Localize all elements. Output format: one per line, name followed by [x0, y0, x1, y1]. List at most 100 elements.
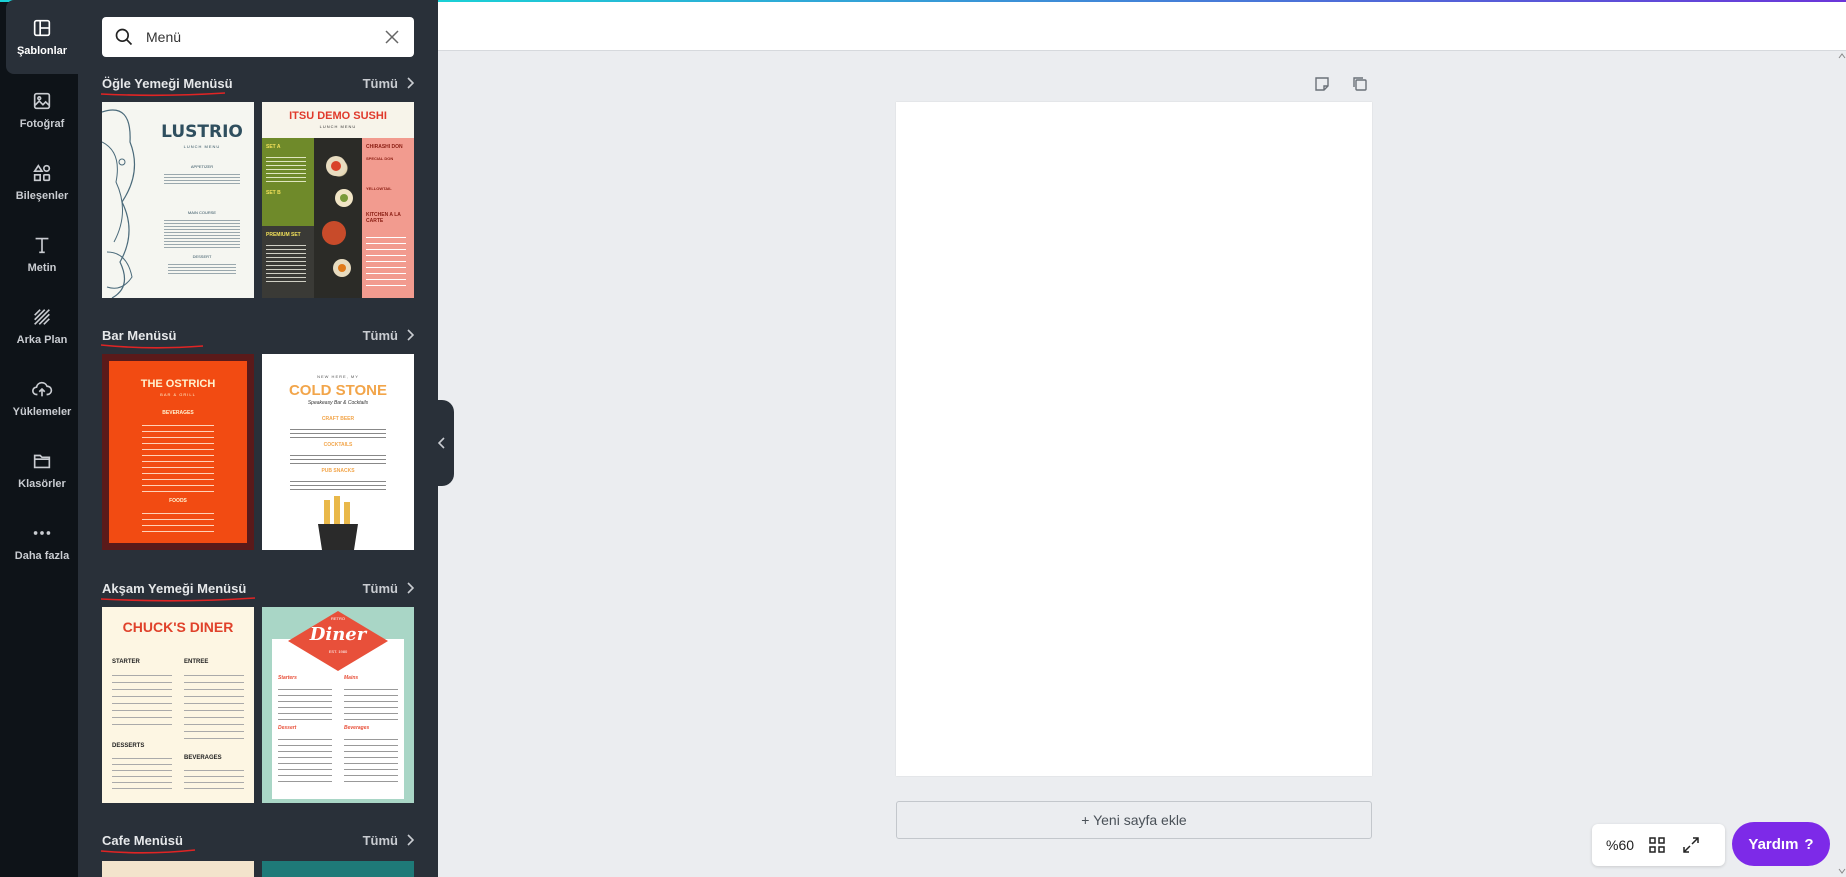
text-lines: [344, 734, 398, 786]
see-all-label: Tümü: [362, 832, 398, 848]
see-all-link[interactable]: Tümü: [363, 581, 414, 596]
thumb-heading: DESSERT: [192, 254, 212, 259]
section-title-text: Öğle Yemeği Menüsü: [102, 75, 233, 91]
menu-item: SET A: [266, 144, 281, 150]
section-title: Öğle Yemeği Menüsü: [100, 75, 233, 96]
text-lines: [168, 262, 236, 274]
thumb-subtitle: LUNCH MENU: [319, 124, 357, 129]
thumb-subtitle: LUNCH MENU: [183, 144, 221, 149]
thumb-title: THE OSTRICH: [140, 378, 216, 390]
thumb-pretitle: RETRO: [331, 616, 345, 621]
thumb-title: CHUCK'S DINER: [122, 619, 234, 635]
search-box[interactable]: [102, 17, 414, 57]
rail-item-background[interactable]: Arka Plan: [6, 290, 78, 362]
scrollbar-arrows[interactable]: [1838, 50, 1846, 877]
rail-label: Yüklemeler: [12, 406, 72, 418]
add-page-button[interactable]: + Yeni sayfa ekle: [896, 801, 1372, 839]
text-lines: [112, 669, 172, 725]
red-underline-annotation: [100, 91, 226, 96]
text-lines: [164, 218, 240, 248]
thumb-title: Diner: [309, 624, 367, 645]
section-header-dinner: Akşam Yemeği Menüsü Tümü: [100, 578, 414, 602]
template-thumb-ostrich[interactable]: THE OSTRICH BAR & GRILL BEVERAGES FOODS: [102, 354, 254, 550]
rail-item-folders[interactable]: Klasörler: [6, 434, 78, 506]
elements-icon: [33, 164, 51, 182]
chevron-right-icon: [407, 77, 414, 89]
thumb-heading: BEVERAGES: [184, 755, 222, 761]
clear-search-icon[interactable]: [384, 29, 400, 45]
zoom-level[interactable]: %60: [1606, 837, 1634, 853]
design-page[interactable]: [896, 102, 1372, 776]
section-title: Bar Menüsü: [100, 327, 204, 349]
zoom-controls: %60: [1592, 824, 1725, 866]
red-underline-annotation: [100, 596, 256, 602]
fullscreen-icon[interactable]: [1682, 836, 1700, 854]
template-thumb-chucks-diner[interactable]: CHUCK'S DINER STARTER ENTREE DESSERTS BE…: [102, 607, 254, 803]
upload-icon: [32, 381, 53, 397]
sushi-image: [322, 156, 353, 277]
text-icon: [35, 237, 49, 254]
text-lines: [112, 753, 172, 789]
rail-item-elements[interactable]: Bileşenler: [6, 146, 78, 218]
menu-item: PREMIUM SET: [266, 232, 301, 238]
section-header-lunch: Öğle Yemeği Menüsü Tümü: [100, 73, 414, 96]
add-note-icon[interactable]: [1312, 74, 1332, 94]
section-title-text: Bar Menüsü: [102, 327, 177, 343]
rail-item-photos[interactable]: Fotoğraf: [6, 74, 78, 146]
text-lines: [290, 452, 386, 464]
menu-item: SPECIAL DON: [366, 156, 394, 161]
thumb-heading: ENTREE: [184, 659, 209, 665]
chevron-right-icon: [407, 329, 414, 341]
menu-item: SET B: [266, 190, 281, 196]
left-rail: Şablonlar Fotoğraf Bileşenler Metin Arka…: [0, 0, 78, 877]
red-underline-annotation: [100, 848, 196, 854]
chevron-right-icon: [407, 582, 414, 594]
see-all-link[interactable]: Tümü: [363, 76, 414, 91]
thumb-heading: MAIN COURSE: [187, 210, 217, 215]
chevron-right-icon: [407, 834, 414, 846]
text-lines: [164, 172, 240, 186]
rail-item-text[interactable]: Metin: [6, 218, 78, 290]
thumb-title: LUSTRIO: [161, 122, 243, 142]
template-thumb-coldstone[interactable]: NEW HERE, MY COLD STONE Speakeasy Bar & …: [262, 354, 414, 550]
text-lines: [278, 684, 332, 720]
thumb-heading: CRAFT BEER: [321, 416, 355, 422]
section-title: Akşam Yemeği Menüsü: [100, 580, 256, 602]
rail-label: Metin: [27, 262, 57, 274]
top-toolbar: [438, 0, 1846, 51]
template-thumb-lustrio[interactable]: LUSTRIO LUNCH MENU APPETIZER MAIN COURSE…: [102, 102, 254, 298]
grid-view-icon[interactable]: [1648, 836, 1666, 854]
rail-label: Şablonlar: [16, 45, 68, 57]
text-lines: [184, 765, 244, 793]
text-lines: [278, 734, 332, 786]
menu-item: YELLOWTAIL: [366, 186, 392, 191]
collapse-panel-button[interactable]: [430, 400, 454, 486]
template-thumb-cafe-1[interactable]: [102, 861, 254, 877]
folder-icon: [33, 454, 51, 469]
rail-item-uploads[interactable]: Yüklemeler: [6, 362, 78, 434]
rail-label: Bileşenler: [15, 190, 69, 202]
help-question-icon: ?: [1804, 835, 1814, 853]
thumb-heading: Beverages: [344, 725, 370, 731]
duplicate-page-icon[interactable]: [1350, 74, 1370, 94]
section-title-text: Akşam Yemeği Menüsü: [102, 580, 247, 596]
template-thumb-retro-diner[interactable]: RETRO Diner EST. 1980 Starters Mains Des…: [262, 607, 414, 803]
template-thumb-cafe-2[interactable]: [262, 861, 414, 877]
menu-item: KITCHEN A LA CARTE: [366, 212, 401, 224]
thumb-heading: COCKTAILS: [323, 442, 353, 448]
section-header-cafe: Cafe Menüsü Tümü: [100, 830, 414, 854]
see-all-link[interactable]: Tümü: [363, 833, 414, 848]
rail-item-more[interactable]: Daha fazla: [6, 506, 78, 578]
help-button[interactable]: Yardım ?: [1732, 822, 1830, 866]
more-icon: [33, 531, 51, 535]
thumb-title: COLD STONE: [288, 382, 388, 399]
search-input[interactable]: [144, 28, 368, 46]
see-all-link[interactable]: Tümü: [363, 328, 414, 343]
rail-item-templates[interactable]: Şablonlar: [6, 0, 78, 74]
thumb-subtitle: BAR & GRILL: [160, 392, 196, 397]
text-lines: [184, 669, 244, 745]
text-lines: [142, 508, 214, 532]
text-lines: [266, 242, 306, 282]
rail-label: Daha fazla: [14, 550, 70, 562]
template-thumb-sushi[interactable]: ITSU DEMO SUSHI LUNCH MENU SET A SET B P…: [262, 102, 414, 298]
